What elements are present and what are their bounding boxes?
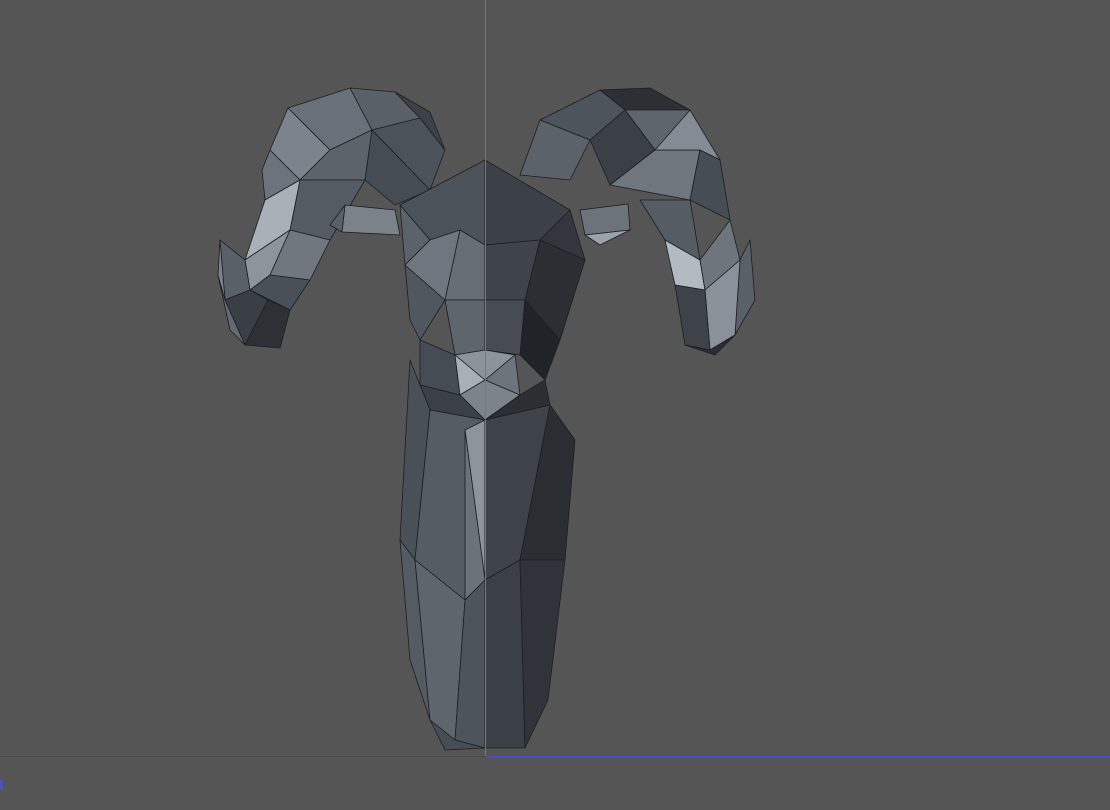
ram-head-model[interactable]: [0, 0, 1110, 810]
x-axis-line: [487, 756, 1110, 757]
ground-grid-line: [0, 756, 487, 757]
head: [399, 159, 586, 421]
3d-viewport[interactable]: [0, 0, 1110, 810]
axis-gizmo-marker: [0, 780, 3, 790]
y-axis-line: [485, 0, 486, 756]
